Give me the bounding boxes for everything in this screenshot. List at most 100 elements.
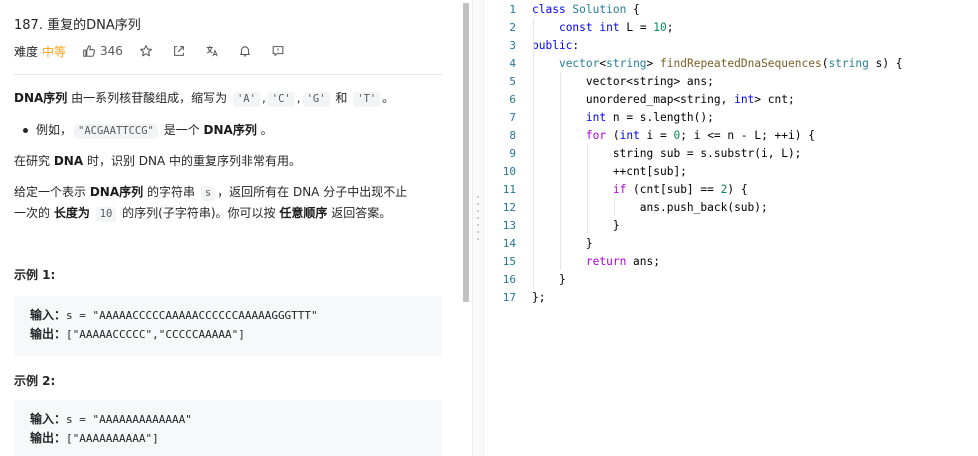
problem-meta-bar: 难度 中等 346 bbox=[14, 42, 285, 60]
code-line[interactable]: 2 const int L = 10; bbox=[486, 18, 673, 36]
code-text[interactable]: const int L = 10; bbox=[532, 21, 674, 34]
text: 由一系列核苷酸组成，缩写为 bbox=[71, 91, 228, 105]
feedback-icon[interactable] bbox=[271, 44, 285, 58]
code-line[interactable]: 15 return ans; bbox=[486, 252, 660, 270]
code-text[interactable]: vector<string> findRepeatedDnaSequences(… bbox=[532, 57, 903, 70]
code-text[interactable]: } bbox=[532, 237, 593, 250]
code-text[interactable]: ans.push_back(sub); bbox=[532, 201, 768, 214]
grip-dot bbox=[477, 224, 479, 226]
code-token: for bbox=[585, 128, 607, 142]
description-scrollbar[interactable] bbox=[463, 3, 469, 302]
text: 在研究 bbox=[14, 154, 51, 168]
thumbs-up-icon[interactable] bbox=[82, 44, 96, 58]
input-label: 输入： bbox=[30, 308, 67, 322]
code-line[interactable]: 9 string sub = s.substr(i, L); bbox=[486, 144, 801, 162]
code-text[interactable]: }; bbox=[532, 291, 545, 304]
line-number: 6 bbox=[509, 92, 516, 106]
bell-icon[interactable] bbox=[238, 44, 252, 58]
like-count: 346 bbox=[100, 44, 123, 58]
line-number: 11 bbox=[502, 182, 516, 196]
grip-dot bbox=[477, 217, 479, 219]
description-paragraph: 给定一个表示 DNA序列 的字符串 s ，返回所有在 DNA 分子中出现不止 bbox=[14, 182, 407, 202]
code-line[interactable]: 12 ans.push_back(sub); bbox=[486, 198, 768, 216]
code-text[interactable]: for (int i = 0; i <= n - L; ++i) { bbox=[532, 129, 815, 142]
example-input-line: 输入：s = "AAAAAAAAAAAAA" bbox=[30, 410, 426, 429]
line-number: 15 bbox=[502, 254, 516, 268]
code-token: if bbox=[612, 182, 627, 196]
example-2-heading: 示例 2: bbox=[14, 374, 56, 388]
code-token: string sub = s.substr(i, L); bbox=[532, 146, 802, 160]
sentence-end: 。 bbox=[260, 123, 273, 137]
code-text[interactable]: return ans; bbox=[532, 255, 660, 268]
code-text[interactable]: if (cnt[sub] == 2) { bbox=[532, 183, 748, 196]
code-token: string bbox=[828, 56, 869, 70]
indent-guide bbox=[533, 18, 534, 288]
code-token: class bbox=[532, 2, 573, 16]
code-token: n = s.length(); bbox=[606, 110, 714, 124]
code-token: 10 bbox=[653, 20, 667, 34]
line-number: 12 bbox=[502, 200, 516, 214]
code-token: > cnt; bbox=[754, 92, 795, 106]
code-token: Solution bbox=[572, 2, 627, 16]
translate-icon[interactable] bbox=[205, 44, 219, 58]
line-number: 4 bbox=[509, 56, 516, 70]
code-chip: 10 bbox=[95, 207, 117, 222]
splitter-grip-icon[interactable] bbox=[477, 196, 479, 240]
code-line[interactable]: 14 } bbox=[486, 234, 593, 252]
text: ，返回所有在 DNA 分子中出现不止 bbox=[217, 185, 408, 199]
code-text[interactable]: } bbox=[532, 219, 620, 232]
code-token: s) { bbox=[868, 56, 903, 70]
code-line[interactable]: 5 vector<string> ans; bbox=[486, 72, 713, 90]
grip-dot bbox=[477, 196, 479, 198]
line-number: 10 bbox=[502, 164, 516, 178]
line-number: 13 bbox=[502, 218, 516, 232]
code-line[interactable]: 4 vector<string> findRepeatedDnaSequence… bbox=[486, 54, 902, 72]
text: 返回答案。 bbox=[331, 206, 392, 220]
code-token: return bbox=[585, 254, 627, 268]
code-line[interactable]: 11 if (cnt[sub] == 2) { bbox=[486, 180, 748, 198]
line-number: 9 bbox=[509, 146, 516, 160]
code-line[interactable]: 7 int n = s.length(); bbox=[486, 108, 714, 126]
code-line[interactable]: 16 } bbox=[486, 270, 566, 288]
line-number: 7 bbox=[509, 110, 516, 124]
code-token: ) { bbox=[727, 182, 748, 196]
dna-term: DNA序列 bbox=[14, 91, 68, 105]
code-token: findRepeatedDnaSequences bbox=[660, 56, 822, 70]
code-text[interactable]: public: bbox=[532, 39, 579, 52]
code-text[interactable]: ++cnt[sub]; bbox=[532, 165, 687, 178]
code-line[interactable]: 10 ++cnt[sub]; bbox=[486, 162, 687, 180]
code-token: ; i <= n - L; ++i) { bbox=[680, 128, 815, 142]
code-editor[interactable]: 1 class Solution {2 const int L = 10; 3 pub… bbox=[486, 0, 978, 456]
code-line[interactable]: 6 unordered_map<string, int> cnt; bbox=[486, 90, 794, 108]
code-line[interactable]: 3 public: bbox=[486, 36, 579, 54]
code-line[interactable]: 8 for (int i = 0; i <= n - L; ++i) { bbox=[486, 126, 815, 144]
star-icon[interactable] bbox=[139, 44, 153, 58]
dna-term: DNA序列 bbox=[89, 185, 144, 199]
code-token: ans; bbox=[626, 254, 660, 268]
example-bullet: 例如， "ACGAATTCCG" 是一个 DNA序列 。 bbox=[36, 120, 273, 140]
description-paragraph: DNA序列 由一系列核苷酸组成，缩写为 'A', 'C', 'G' 和 'T'。 bbox=[14, 88, 394, 108]
line-number: 16 bbox=[502, 272, 516, 286]
output-value: ["AAAAAAAAAA"] bbox=[66, 432, 159, 445]
code-token: } bbox=[532, 218, 620, 232]
text: 一次的 bbox=[14, 206, 51, 220]
nucleotide-a: 'A' bbox=[232, 92, 260, 107]
line-number: 8 bbox=[509, 128, 516, 142]
text: 是一个 bbox=[163, 123, 200, 137]
text: 给定一个表示 bbox=[14, 185, 87, 199]
code-text[interactable]: class Solution { bbox=[532, 3, 640, 16]
code-line[interactable]: 13 } bbox=[486, 216, 620, 234]
text: 例如， bbox=[36, 123, 73, 137]
code-line[interactable]: 17}; bbox=[486, 288, 546, 306]
dna-term: DNA bbox=[53, 154, 84, 168]
code-token: string bbox=[606, 56, 647, 70]
code-text[interactable]: string sub = s.substr(i, L); bbox=[532, 146, 802, 160]
code-text[interactable]: } bbox=[532, 273, 566, 286]
code-line[interactable]: 1 class Solution { bbox=[486, 0, 639, 18]
code-token: } bbox=[532, 236, 593, 250]
share-icon[interactable] bbox=[172, 44, 186, 58]
code-text[interactable]: unordered_map<string, int> cnt; bbox=[532, 93, 795, 106]
indent-guide bbox=[587, 144, 588, 234]
